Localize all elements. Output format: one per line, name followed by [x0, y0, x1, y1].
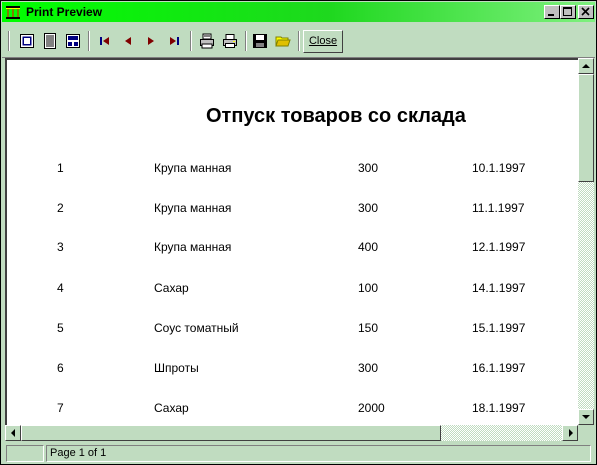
table-row: 5 Соус томатный 150 15.1.1997: [7, 321, 578, 337]
scroll-up-button[interactable]: [578, 58, 594, 74]
fit-page-button[interactable]: [16, 30, 38, 52]
horizontal-scroll-thumb[interactable]: [21, 425, 441, 441]
row-item: Сахар: [154, 401, 189, 415]
table-row: 3 Крупа манная 400 12.1.1997: [7, 240, 578, 256]
row-date: 11.1.1997: [472, 201, 525, 215]
close-button[interactable]: Close: [303, 30, 343, 53]
toolbar-separator: [190, 31, 192, 51]
close-window-button[interactable]: [578, 5, 594, 19]
save-button[interactable]: [249, 30, 271, 52]
last-page-icon: [170, 37, 179, 45]
toolbar-separator: [245, 31, 247, 51]
scroll-right-button[interactable]: [562, 425, 578, 441]
printer-setup-icon: [200, 33, 214, 49]
vertical-scrollbar[interactable]: [578, 58, 594, 425]
table-row: 7 Сахар 2000 18.1.1997: [7, 401, 578, 417]
table-row: 6 Шпроты 300 16.1.1997: [7, 361, 578, 377]
status-bar: Page 1 of 1: [2, 442, 595, 464]
row-item: Крупа манная: [154, 161, 232, 175]
next-page-button[interactable]: [140, 30, 162, 52]
scroll-down-button[interactable]: [578, 409, 594, 425]
window-title: Print Preview: [26, 5, 103, 19]
table-row: 2 Крупа манная 300 11.1.1997: [7, 201, 578, 217]
close-icon: [581, 7, 590, 16]
status-panel-empty: [6, 445, 44, 462]
row-quantity: 300: [358, 201, 379, 215]
row-number: 1: [57, 161, 64, 175]
first-page-icon: [100, 37, 109, 45]
row-date: 14.1.1997: [472, 281, 526, 295]
print-setup-button[interactable]: [196, 30, 218, 52]
arrow-right-icon: [569, 429, 573, 437]
first-page-button[interactable]: [94, 30, 116, 52]
maximize-button[interactable]: [560, 5, 576, 19]
report-title: Отпуск товаров со склада: [206, 105, 466, 127]
row-number: 4: [57, 281, 64, 295]
row-number: 3: [57, 240, 64, 254]
row-item: Шпроты: [154, 361, 199, 375]
zoom-button[interactable]: [62, 30, 84, 52]
maximize-icon: [563, 7, 572, 16]
row-number: 5: [57, 321, 64, 335]
row-number: 7: [57, 401, 64, 415]
row-date: 10.1.1997: [472, 161, 526, 175]
row-date: 18.1.1997: [472, 401, 526, 415]
scroll-left-button[interactable]: [5, 425, 21, 441]
vertical-scroll-thumb[interactable]: [578, 74, 594, 182]
table-row: 4 Сахар 100 14.1.1997: [7, 281, 578, 297]
row-number: 2: [57, 201, 64, 215]
print-preview-window: Print Preview Close Отпуск товаров со ск…: [0, 0, 597, 465]
row-quantity: 300: [358, 361, 379, 375]
last-page-button[interactable]: [163, 30, 185, 52]
toolbar: Close: [2, 23, 595, 58]
arrow-down-icon: [582, 415, 590, 419]
preview-page[interactable]: Отпуск товаров со склада 1 Крупа манная …: [5, 58, 578, 425]
printer-icon: [223, 34, 237, 48]
floppy-disk-icon: [253, 34, 267, 48]
title-bar[interactable]: Print Preview: [2, 2, 595, 22]
table-row: 1 Крупа манная 300 10.1.1997: [7, 161, 578, 177]
arrow-left-icon: [11, 429, 15, 437]
status-page-info: Page 1 of 1: [46, 445, 591, 462]
row-quantity: 400: [358, 240, 379, 254]
toolbar-separator: [88, 31, 90, 51]
print-button[interactable]: [219, 30, 241, 52]
prev-page-button[interactable]: [117, 30, 139, 52]
toolbar-separator: [298, 31, 300, 51]
fit-width-icon: [44, 33, 56, 49]
zoom-icon: [66, 34, 80, 48]
row-date: 15.1.1997: [472, 321, 526, 335]
row-quantity: 300: [358, 161, 379, 175]
row-item: Соус томатный: [154, 321, 239, 335]
arrow-up-icon: [582, 64, 590, 68]
row-quantity: 150: [358, 321, 379, 335]
open-folder-icon: [275, 36, 291, 47]
toolbar-grip: [8, 31, 10, 51]
fit-width-button[interactable]: [39, 30, 61, 52]
row-item: Крупа манная: [154, 201, 232, 215]
app-icon: [5, 4, 21, 20]
horizontal-scrollbar[interactable]: [5, 425, 578, 441]
open-button[interactable]: [272, 30, 294, 52]
minimize-button[interactable]: [544, 5, 560, 19]
row-item: Сахар: [154, 281, 189, 295]
row-number: 6: [57, 361, 64, 375]
scrollbar-corner: [578, 425, 594, 441]
fit-page-icon: [20, 34, 34, 48]
prev-page-icon: [125, 37, 131, 45]
row-date: 12.1.1997: [472, 240, 526, 254]
next-page-icon: [148, 37, 154, 45]
row-date: 16.1.1997: [472, 361, 526, 375]
row-quantity: 100: [358, 281, 379, 295]
row-quantity: 2000: [358, 401, 385, 415]
row-item: Крупа манная: [154, 240, 232, 254]
minimize-icon: [548, 14, 554, 16]
